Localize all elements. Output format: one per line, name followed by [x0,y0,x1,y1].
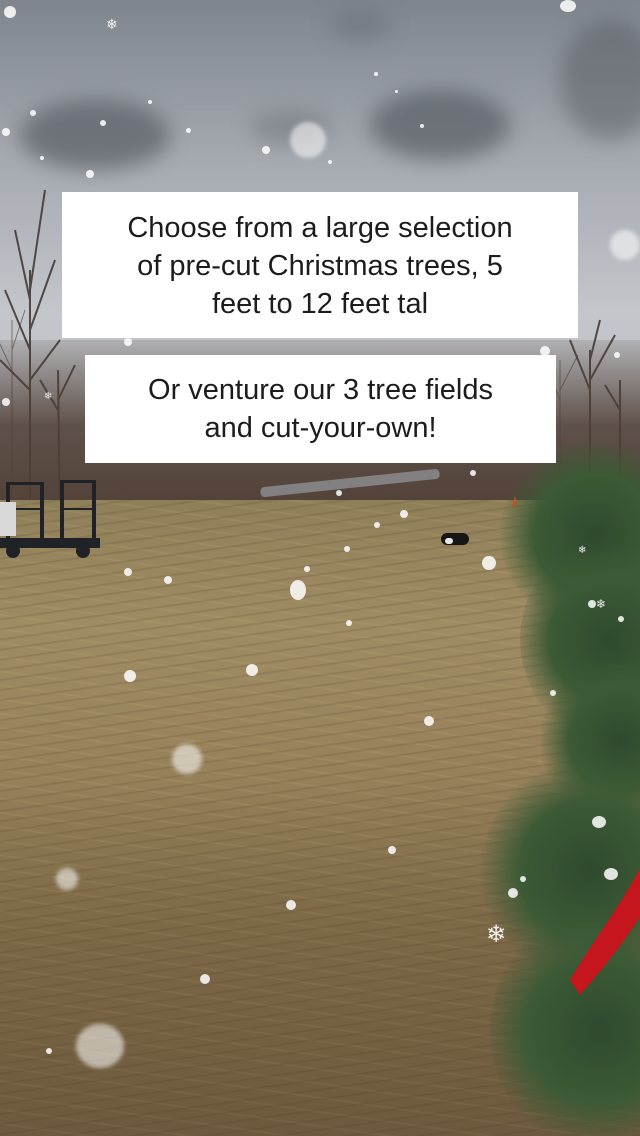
dog [441,533,469,545]
caption-line: Choose from a large selection [127,212,513,244]
caption-line: feet to 12 feet tal [211,288,429,320]
flatbed-trailer [0,478,100,560]
snowflake-icon: ❄ [578,545,587,556]
christmas-wreath [480,440,640,1136]
caption-line: Or venture our 3 tree fields [148,374,493,406]
snowflake-icon: ❄ [44,391,53,402]
cloud [560,20,640,140]
background-photo: ❄ ❄ ❄ ❄ ❄ [0,0,640,1136]
snowflake-icon: ❄ [486,920,507,948]
snowflake-icon: ❄ [106,17,118,33]
caption-cut-your-own: Or venture our 3 tree fields and cut-you… [85,355,556,463]
cloud [330,10,390,40]
snowflake-icon: ❄ [596,597,607,611]
red-bow [570,868,640,995]
caption-line: of pre-cut Christmas trees, 5 [137,250,503,282]
caption-pre-cut-trees: Choose from a large selection of pre-cut… [62,192,578,338]
caption-line: and cut-your-own! [204,412,437,444]
